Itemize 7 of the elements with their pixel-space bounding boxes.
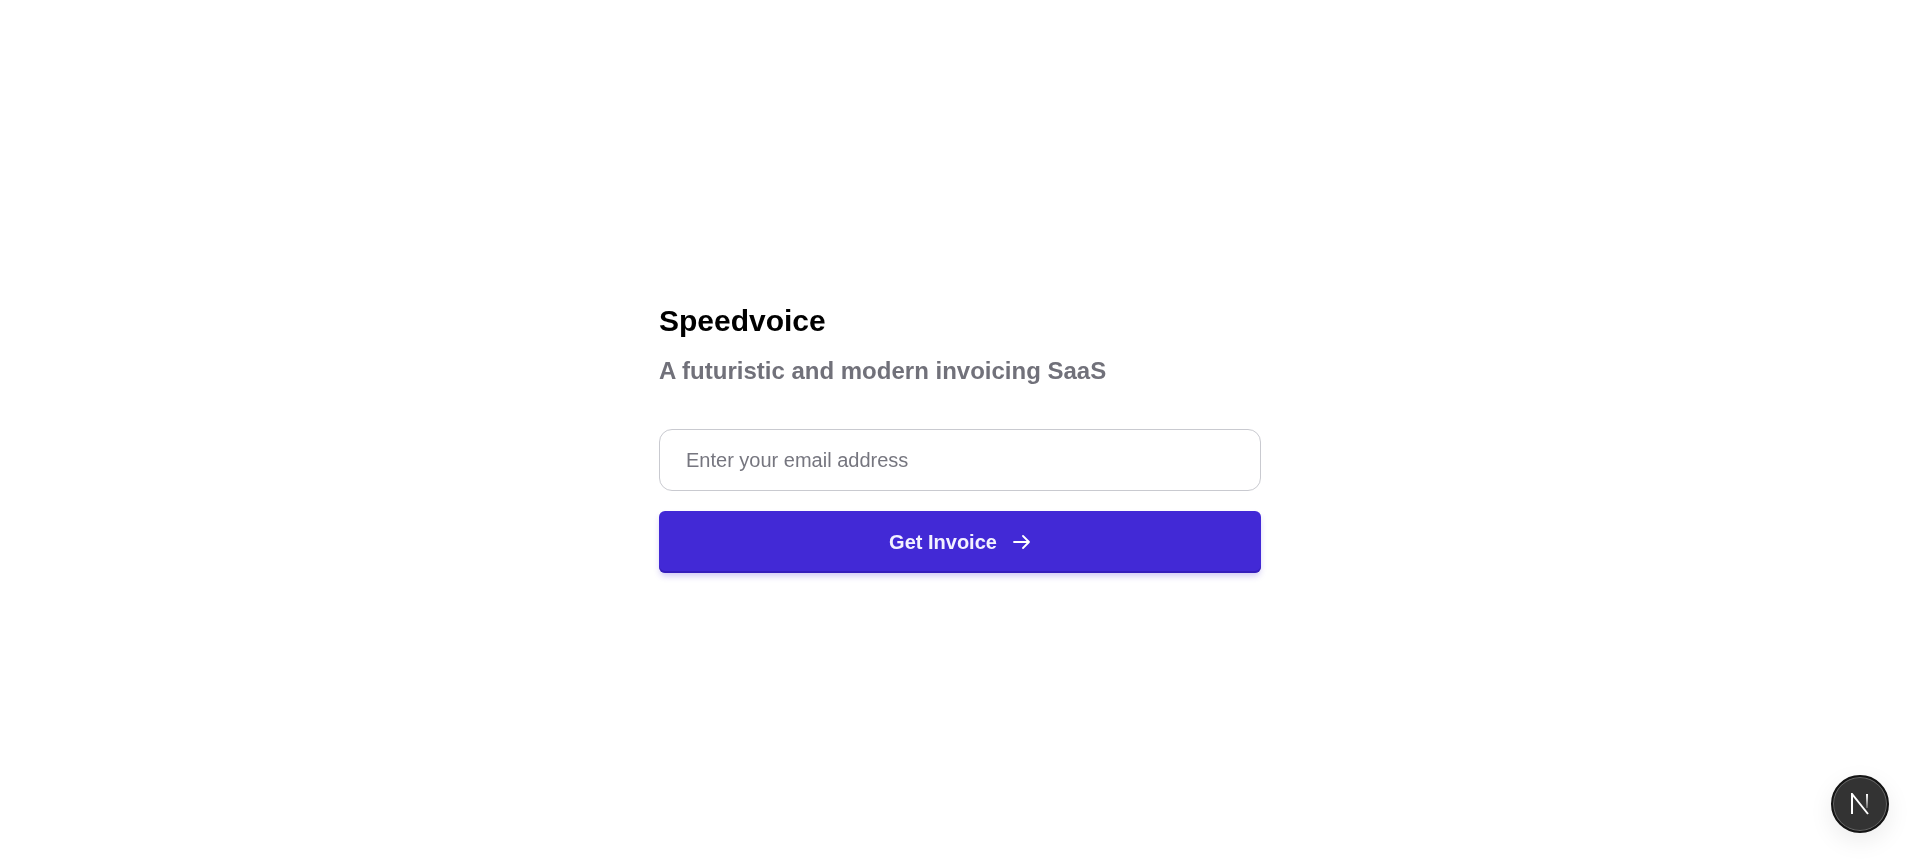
email-field[interactable]: Enter your email address (659, 429, 1261, 491)
app-title: Speedvoice (659, 303, 826, 339)
tagline: A futuristic and modern invoicing SaaS (659, 356, 1107, 386)
arrow-right-icon (1012, 534, 1031, 550)
n-logo-icon (1850, 793, 1870, 815)
get-invoice-button[interactable]: Get Invoice (659, 511, 1261, 573)
dev-tools-button[interactable] (1831, 775, 1889, 833)
